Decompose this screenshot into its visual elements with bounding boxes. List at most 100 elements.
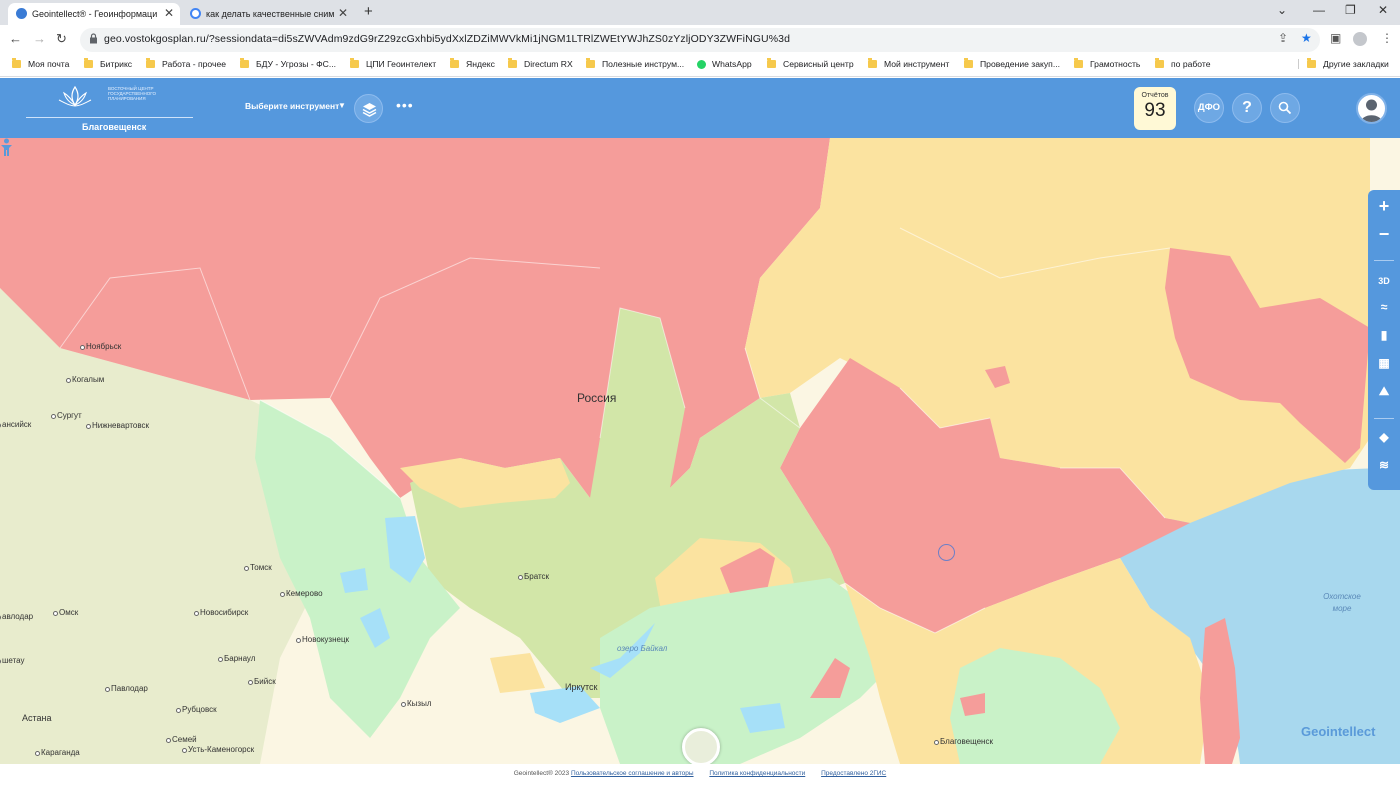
- help-button[interactable]: ?: [1232, 93, 1262, 123]
- bookmark-label: Сервисный центр: [783, 59, 854, 69]
- forward-icon[interactable]: →: [33, 31, 46, 46]
- city-label: авлодар: [0, 612, 34, 621]
- reload-icon[interactable]: ↻: [56, 31, 67, 47]
- close-icon[interactable]: ✕: [164, 6, 174, 20]
- chevron-down-icon[interactable]: ▼: [338, 101, 346, 110]
- bookmark-item[interactable]: Полезные инструм...: [586, 58, 685, 69]
- profile-icon[interactable]: [1353, 32, 1367, 46]
- window-close-icon[interactable]: ✕: [1378, 3, 1388, 17]
- tab-search-dropdown-icon[interactable]: ⌄: [1277, 3, 1287, 17]
- bookmark-item[interactable]: Битрикс: [84, 58, 132, 69]
- city-label: Новосибирск: [193, 608, 249, 617]
- bookmark-label: Яндекс: [466, 59, 495, 69]
- bookmark-item[interactable]: ЦПИ Геоинтелект: [350, 58, 437, 69]
- close-icon[interactable]: ✕: [338, 6, 348, 20]
- basemap-switch-button[interactable]: [682, 728, 720, 764]
- bookmark-item[interactable]: по работе: [1155, 58, 1211, 69]
- menu-icon[interactable]: ⋮: [1381, 31, 1393, 45]
- relief-icon[interactable]: ⛰: [1368, 384, 1400, 410]
- bookmark-item[interactable]: Мой инструмент: [868, 58, 949, 69]
- 2gis-link[interactable]: Предоставлено 2ГИС: [821, 770, 886, 777]
- city-label: Барнаул: [217, 654, 256, 663]
- share-icon[interactable]: ⇪: [1278, 31, 1288, 45]
- reports-label: Отчётов: [1141, 92, 1169, 99]
- city-name[interactable]: Благовещенск: [82, 122, 146, 132]
- other-bookmarks[interactable]: Другие закладки: [1298, 58, 1389, 69]
- tab-title: Geointellect® - Геоинформаци: [32, 9, 158, 19]
- traffic-icon[interactable]: ▮: [1368, 328, 1400, 354]
- city-label: Павлодар: [105, 684, 148, 693]
- folder-icon: [84, 58, 93, 68]
- city-label: Иркутск: [565, 682, 598, 692]
- bookmark-star-icon[interactable]: ★: [1301, 31, 1312, 45]
- tab-search[interactable]: как делать качественные сним ✕: [182, 3, 354, 25]
- city-label: ансийск: [0, 420, 32, 429]
- city-label: Омск: [52, 608, 79, 617]
- tab-title: как делать качественные сним: [206, 9, 335, 19]
- bookmark-item[interactable]: БДУ - Угрозы - ФС...: [240, 58, 336, 69]
- folder-icon: [508, 58, 517, 68]
- folder-icon: [146, 58, 155, 68]
- zoom-in-button[interactable]: +: [1368, 196, 1400, 222]
- bookmark-item[interactable]: WhatsApp: [697, 59, 752, 69]
- bookmark-item[interactable]: Directum RX: [508, 58, 573, 69]
- city-label: Новокузнецк: [295, 635, 350, 644]
- lotus-logo-icon: [58, 85, 92, 107]
- user-avatar[interactable]: [1356, 93, 1387, 124]
- bookmark-label: Работа - прочее: [162, 59, 227, 69]
- folder-icon: [240, 58, 249, 68]
- restore-icon[interactable]: ❐: [1345, 3, 1356, 17]
- map-view[interactable]: Россия Ноябрьск Когалым Сургут ансийск Н…: [0, 138, 1400, 764]
- bookmark-item[interactable]: Моя почта: [12, 58, 69, 69]
- google-favicon-icon: [190, 8, 201, 19]
- bookmark-label: по работе: [1171, 59, 1211, 69]
- city-label: Братск: [517, 572, 550, 581]
- side-panel-icon[interactable]: ▣: [1330, 31, 1341, 45]
- bookmark-item[interactable]: Проведение закуп...: [964, 58, 1060, 69]
- lock-icon: [90, 33, 97, 44]
- bookmark-label: Другие закладки: [1323, 59, 1389, 69]
- folder-icon: [1155, 58, 1164, 68]
- folder-icon: [964, 58, 973, 68]
- eraser-icon[interactable]: ◆: [1368, 430, 1400, 456]
- layers-icon[interactable]: ≋: [1368, 458, 1400, 484]
- bookmark-label: Полезные инструм...: [602, 59, 685, 69]
- privacy-link[interactable]: Политика конфиденциальности: [709, 770, 805, 777]
- sea-label: Охотское море: [1323, 592, 1361, 613]
- bookmark-label: Проведение закуп...: [980, 59, 1060, 69]
- region-yellow-small: [490, 653, 545, 693]
- city-label: Нижневартовск: [85, 421, 150, 430]
- more-icon[interactable]: •••: [396, 97, 414, 113]
- reports-counter[interactable]: Отчётов 93: [1134, 87, 1176, 130]
- bookmark-label: Directum RX: [524, 59, 573, 69]
- geointellect-logo-icon: [1, 138, 12, 156]
- bookmark-item[interactable]: Работа - прочее: [146, 58, 227, 69]
- search-icon: [1278, 101, 1292, 115]
- search-button[interactable]: [1270, 93, 1300, 123]
- terms-link[interactable]: Пользовательское соглашение и авторы: [571, 770, 694, 777]
- tab-geointellect[interactable]: Geointellect® - Геоинформаци ✕: [8, 3, 180, 25]
- folder-icon: [450, 58, 459, 68]
- address-bar[interactable]: geo.vostokgosplan.ru/?sessiondata=di5sZW…: [80, 28, 1320, 52]
- new-tab-button[interactable]: +: [364, 3, 373, 20]
- buildings-icon[interactable]: ▦: [1368, 356, 1400, 382]
- dfo-button[interactable]: ДФО: [1194, 93, 1224, 123]
- location-marker[interactable]: [938, 544, 955, 561]
- city-label: Благовещенск: [934, 737, 993, 746]
- 3d-button[interactable]: 3D: [1368, 274, 1400, 300]
- bookmark-item[interactable]: Яндекс: [450, 58, 495, 69]
- bookmark-label: БДУ - Угрозы - ФС...: [256, 59, 336, 69]
- minimize-icon[interactable]: —: [1313, 3, 1325, 17]
- bookmark-item[interactable]: Сервисный центр: [767, 58, 854, 69]
- bookmark-label: ЦПИ Геоинтелект: [366, 59, 437, 69]
- terrain-icon[interactable]: ≈: [1368, 300, 1400, 326]
- browser-tab-bar: Geointellect® - Геоинформаци ✕ как делат…: [0, 0, 1400, 25]
- city-label: шетау: [0, 656, 25, 665]
- tool-select[interactable]: Выберите инструмент: [245, 101, 339, 111]
- bookmarks-bar: Моя почта Битрикс Работа - прочее БДУ - …: [0, 55, 1400, 77]
- back-icon[interactable]: ←: [9, 31, 22, 46]
- zoom-out-button[interactable]: −: [1368, 224, 1400, 250]
- divider: [1374, 260, 1394, 261]
- bookmark-item[interactable]: Грамотность: [1074, 58, 1140, 69]
- layers-button[interactable]: [354, 94, 383, 123]
